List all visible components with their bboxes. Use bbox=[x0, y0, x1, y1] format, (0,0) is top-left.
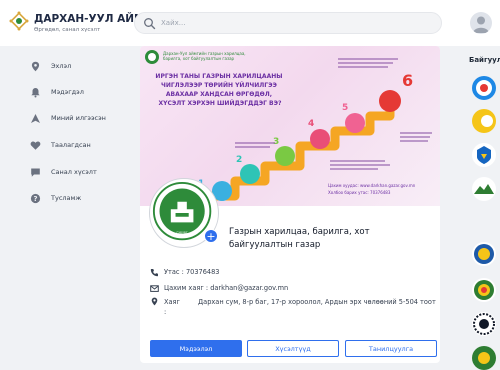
organizations-panel: Байгууллага bbox=[455, 46, 500, 370]
org-logo-8-icon bbox=[478, 352, 490, 364]
step-number-5: 5 bbox=[342, 103, 348, 113]
info-button[interactable]: Мэдээлэл bbox=[150, 340, 242, 357]
org-logo-5[interactable] bbox=[472, 242, 496, 266]
banner-phone: Холбоо барих утас: 70376483 bbox=[328, 190, 391, 195]
sidebar-item-liked[interactable]: Таалагдсан bbox=[30, 137, 91, 153]
phone-row: Утас : 70376483 bbox=[150, 268, 220, 277]
svg-text:ГХБХБГ: ГХБХБГ bbox=[177, 231, 188, 235]
address-value: Дархан сум, 8-р баг, 17-р хороолол, Арды… bbox=[198, 298, 436, 306]
steps-path bbox=[210, 101, 395, 201]
email-icon bbox=[150, 285, 159, 292]
org-logo-2-icon bbox=[481, 115, 493, 127]
help-icon: ? bbox=[30, 193, 41, 203]
introduction-button[interactable]: Танилцуулга bbox=[345, 340, 437, 357]
search-input[interactable] bbox=[161, 15, 431, 31]
user-avatar[interactable] bbox=[470, 12, 492, 34]
address-pin-icon bbox=[151, 297, 158, 306]
sidebar-item-label: Тусламж bbox=[51, 194, 82, 202]
step-number-6: 6 bbox=[402, 71, 413, 90]
org-logo-1[interactable] bbox=[472, 76, 496, 100]
sidebar-item-feedback[interactable]: Санал хүсэлт bbox=[30, 164, 97, 180]
sidebar-item-help[interactable]: ? Тусламж bbox=[30, 190, 81, 206]
sidebar-item-label: Эхлэл bbox=[51, 62, 72, 70]
phone-text: Утас : 70376483 bbox=[164, 268, 220, 276]
search-icon bbox=[144, 18, 156, 30]
sidebar-item-my-sent[interactable]: Миний илгээсэн bbox=[30, 110, 106, 126]
chat-icon bbox=[31, 168, 40, 177]
step-circle-4 bbox=[310, 129, 330, 149]
search-bar[interactable] bbox=[134, 12, 442, 34]
add-plus-icon[interactable]: + bbox=[204, 229, 218, 243]
organization-card: Дархан-Уул аймгийн газрын харилцаа, бари… bbox=[140, 46, 440, 363]
sidebar-item-label: Миний илгээсэн bbox=[51, 114, 106, 122]
step-circle-3 bbox=[275, 146, 295, 166]
sidebar-item-notifications[interactable]: Мэдэгдэл bbox=[30, 84, 84, 100]
heart-icon bbox=[30, 141, 41, 150]
sidebar: Эхлэл Мэдэгдэл Миний илгээсэн Таалагдсан… bbox=[0, 46, 135, 363]
send-icon bbox=[31, 113, 40, 123]
svg-text:?: ? bbox=[33, 195, 37, 203]
step-circle-6 bbox=[379, 90, 401, 112]
email-text: Цахим хаяг : darkhan@gazar.gov.mn bbox=[164, 284, 289, 292]
email-row: Цахим хаяг : darkhan@gazar.gov.mn bbox=[150, 284, 288, 293]
sidebar-item-label: Мэдэгдэл bbox=[51, 88, 84, 96]
org-logo-2[interactable] bbox=[472, 109, 496, 133]
org-logo-5-icon bbox=[474, 244, 494, 264]
top-bar: ДАРХАН-УУЛ АЙМАГ Өргөдөл, санал хүсэлт bbox=[0, 0, 500, 46]
avatar-icon bbox=[473, 16, 489, 33]
sidebar-item-label: Санал хүсэлт bbox=[51, 168, 97, 176]
requests-button[interactable]: Хүсэлтүүд bbox=[247, 340, 339, 357]
step-circle-1 bbox=[212, 181, 232, 201]
sidebar-item-label: Таалагдсан bbox=[51, 141, 91, 149]
org-logo-4[interactable] bbox=[472, 177, 496, 201]
step-number-4: 4 bbox=[308, 119, 314, 129]
banner-website: Цахим хуудас: www.darkhan.gazar.gov.mn bbox=[328, 183, 416, 188]
org-logo-6[interactable] bbox=[472, 278, 496, 302]
org-logo-1-icon bbox=[476, 80, 492, 96]
org-logo-7[interactable] bbox=[472, 312, 496, 336]
org-logo-8[interactable] bbox=[472, 346, 496, 370]
org-logo-6-icon bbox=[474, 280, 494, 300]
location-pin-icon bbox=[31, 61, 40, 71]
organizations-title: Байгууллага bbox=[469, 56, 500, 64]
org-logo-4-icon bbox=[474, 184, 494, 194]
step-circle-5 bbox=[345, 113, 365, 133]
org-logo-3-icon bbox=[477, 146, 491, 164]
step-circle-2 bbox=[240, 164, 260, 184]
sidebar-item-home[interactable]: Эхлэл bbox=[30, 58, 71, 74]
darkhan-uul-logo-icon[interactable] bbox=[8, 10, 30, 32]
address-separator: : bbox=[164, 308, 167, 316]
organization-name: Газрын харилцаа, барилга, хот байгуулалт… bbox=[229, 227, 370, 250]
banner-header: Дархан-Уул аймгийн газрын харилцаа, бари… bbox=[163, 51, 247, 61]
org-logo-7-icon bbox=[473, 313, 495, 335]
brand-subtitle: Өргөдөл, санал хүсэлт bbox=[34, 27, 101, 33]
address-icon-row bbox=[150, 297, 164, 306]
step-number-2: 2 bbox=[236, 155, 242, 165]
address-label: Хаяг bbox=[164, 298, 180, 306]
phone-icon bbox=[150, 269, 158, 277]
bell-icon bbox=[31, 87, 40, 97]
banner-question: ИРГЭН ТАНЫ ГАЗРЫН ХАРИЛЦААНЫ ЧИГЛЭЛЭЭР Т… bbox=[155, 73, 284, 107]
org-logo-3[interactable] bbox=[472, 143, 496, 167]
